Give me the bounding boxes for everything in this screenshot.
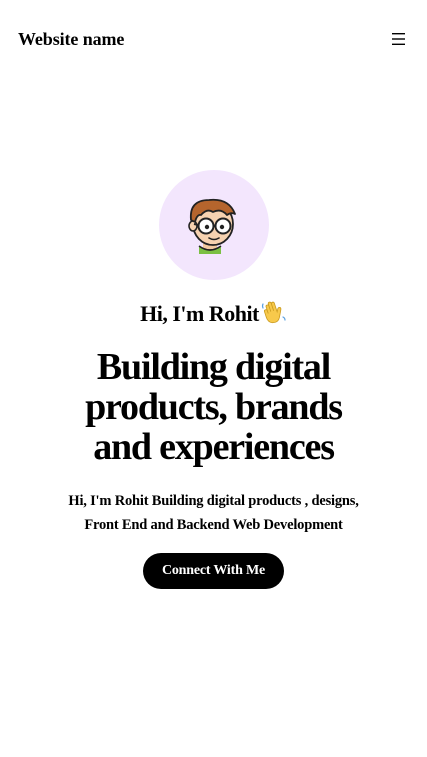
hero-headline: Building digital products, brands and ex… bbox=[85, 346, 343, 468]
navbar: Website name bbox=[0, 0, 427, 80]
hero-subtitle: Hi, I'm Rohit Building digital products … bbox=[68, 493, 359, 533]
cartoon-avatar-icon bbox=[187, 198, 236, 254]
avatar bbox=[158, 170, 269, 280]
greeting-text: Hi, I'm Rohit bbox=[140, 301, 259, 326]
waving-hand-icon bbox=[261, 300, 287, 331]
connect-with-me-button[interactable]: Connect With Me bbox=[142, 553, 285, 589]
brand-logo-text[interactable]: Website name bbox=[18, 29, 124, 49]
greeting: Hi, I'm Rohit bbox=[0, 300, 427, 331]
hamburger-menu-icon bbox=[389, 29, 409, 49]
hero-section: Hi, I'm Rohit Building digital products,… bbox=[0, 170, 427, 589]
hamburger-menu-button[interactable] bbox=[389, 29, 409, 49]
